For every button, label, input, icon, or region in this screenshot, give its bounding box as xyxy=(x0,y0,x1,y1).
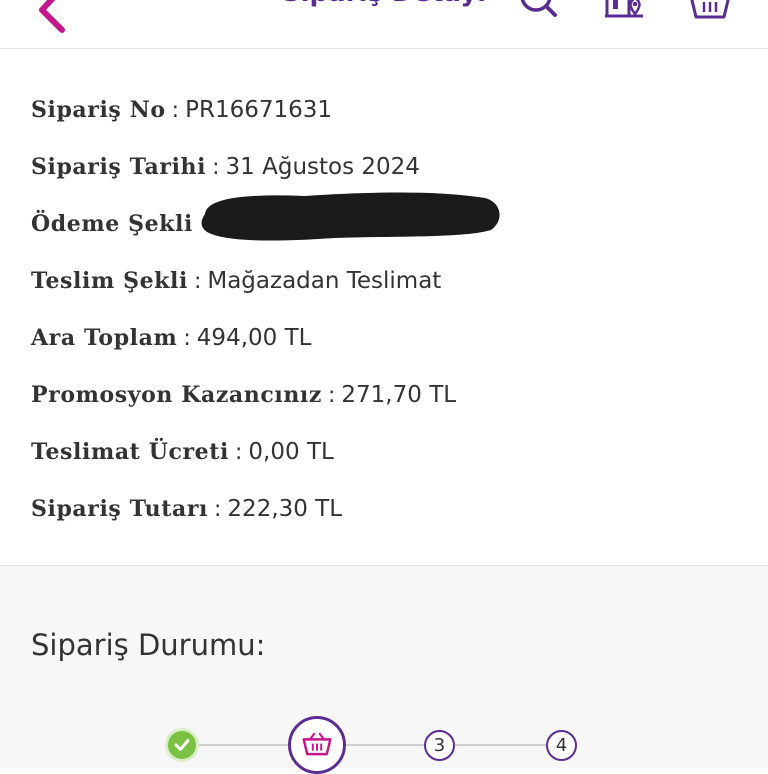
payment-method-label: Ödeme Şekli xyxy=(31,211,193,237)
delivery-method-value: Mağazadan Teslimat xyxy=(207,268,442,294)
status-step-4: 4 xyxy=(546,730,577,761)
payment-method-row: Ödeme Şekli xyxy=(31,204,193,244)
redaction-scribble xyxy=(201,192,500,241)
status-step-3: 3 xyxy=(424,730,455,761)
check-icon xyxy=(174,739,190,751)
page-title: Sipariş Detayı xyxy=(0,0,768,8)
order-number-row: Sipariş No: PR16671631 xyxy=(31,90,332,130)
order-number-label: Sipariş No xyxy=(31,97,166,123)
promotion-value: 271,70 TL xyxy=(341,382,457,408)
status-step-1-completed xyxy=(165,728,199,762)
progress-connector xyxy=(199,744,288,746)
step-number: 3 xyxy=(433,734,446,756)
order-total-row: Sipariş Tutarı:222,30 TL xyxy=(31,489,342,529)
delivery-method-label: Teslim Şekli xyxy=(31,268,188,294)
order-status-section: Sipariş Durumu: 3 4 xyxy=(0,566,768,774)
separator: : xyxy=(212,155,220,180)
search-button[interactable] xyxy=(516,0,560,24)
search-icon xyxy=(520,0,557,17)
separator: : xyxy=(171,98,180,123)
order-date-row: Sipariş Tarihi:31 Ağustos 2024 xyxy=(31,147,420,187)
order-number-value: PR16671631 xyxy=(185,97,333,123)
separator: : xyxy=(327,383,336,408)
promotion-row: Promosyon Kazancınız:271,70 TL xyxy=(31,375,456,415)
step-number: 4 xyxy=(555,734,568,756)
order-total-label: Sipariş Tutarı xyxy=(31,496,208,522)
separator: : xyxy=(214,497,222,522)
subtotal-value: 494,00 TL xyxy=(196,325,312,351)
subtotal-label: Ara Toplam xyxy=(31,325,178,351)
delivery-fee-label: Teslimat Ücreti xyxy=(31,439,229,465)
separator: : xyxy=(183,326,191,351)
basket-icon xyxy=(302,732,332,756)
delivery-fee-row: Teslimat Ücreti:0,00 TL xyxy=(31,432,334,472)
basket-button[interactable] xyxy=(688,0,732,24)
store-locator-button[interactable] xyxy=(603,0,647,24)
app-header: Sipariş Detayı xyxy=(0,0,768,49)
order-total-value: 222,30 TL xyxy=(227,496,343,522)
status-step-2-current xyxy=(288,716,346,774)
separator: : xyxy=(193,269,202,294)
order-date-label: Sipariş Tarihi xyxy=(31,154,207,180)
separator: : xyxy=(235,440,243,465)
delivery-method-row: Teslim Şekli: Mağazadan Teslimat xyxy=(31,261,441,301)
order-date-value: 31 Ağustos 2024 xyxy=(225,154,420,180)
order-details: Sipariş No: PR16671631 Sipariş Tarihi:31 … xyxy=(0,49,768,565)
progress-connector xyxy=(455,744,546,746)
store-location-icon xyxy=(605,0,643,18)
promotion-label: Promosyon Kazancınız xyxy=(31,382,322,408)
delivery-fee-value: 0,00 TL xyxy=(248,439,334,465)
progress-connector xyxy=(346,744,424,746)
subtotal-row: Ara Toplam:494,00 TL xyxy=(31,318,311,358)
order-status-title: Sipariş Durumu: xyxy=(31,628,266,662)
basket-icon xyxy=(690,0,730,19)
